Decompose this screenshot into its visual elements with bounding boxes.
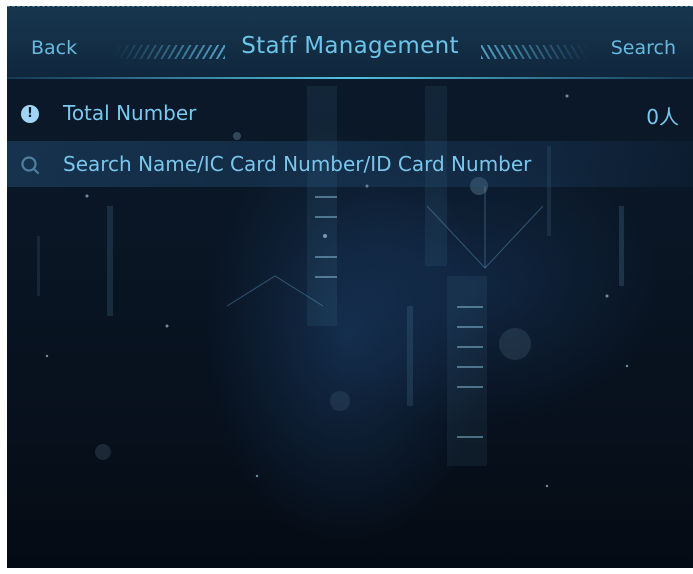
search-placeholder: Search Name/IC Card Number/ID Card Numbe… [63,152,532,176]
search-button[interactable]: Search [611,37,676,59]
search-input[interactable]: Search Name/IC Card Number/ID Card Numbe… [7,141,693,187]
app-screen: Back Staff Management Search ! Total Num… [7,6,693,568]
page-title: Staff Management [241,33,459,59]
title-stripes-right [481,45,589,59]
search-icon [21,156,40,175]
header-bar: Back Staff Management Search [7,6,693,79]
info-icon: ! [21,105,39,123]
total-number-label: Total Number [63,101,197,125]
header-divider [7,77,693,79]
total-number-value: 0人 [646,105,679,129]
total-number-row: ! Total Number 0人 [7,88,693,136]
